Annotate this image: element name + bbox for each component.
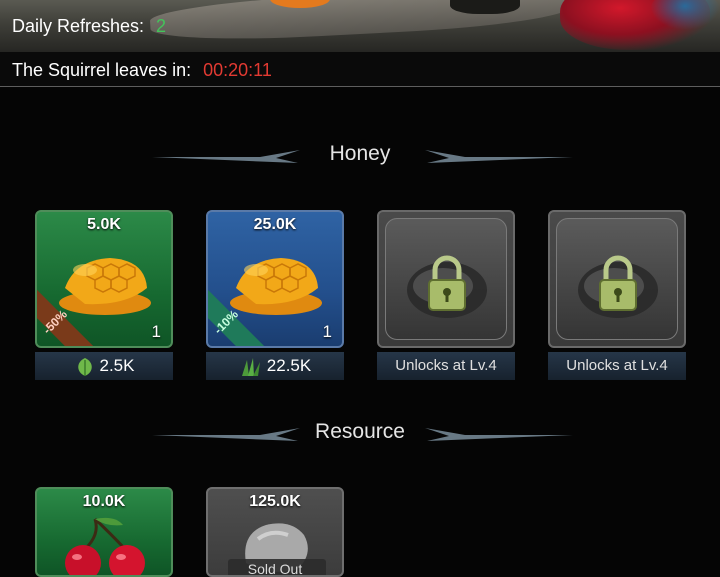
shadow-art <box>450 0 520 14</box>
grass-icon <box>241 357 260 376</box>
right-feather-ornament <box>425 150 573 163</box>
item-amount: 25.0K <box>253 216 297 233</box>
item-amount: 5.0K <box>87 216 121 233</box>
honeycomb-icon <box>230 258 322 315</box>
section-title-resource: Resource <box>315 420 405 443</box>
daily-refreshes-value: 2 <box>156 16 167 36</box>
shop-item-cherry-10k[interactable]: 10.0K <box>35 487 173 577</box>
squirrel-leaves-label: The Squirrel leaves in: <box>12 60 192 80</box>
squirrel-timer: 00:20:11 <box>203 60 272 80</box>
section-title-honey: Honey <box>329 142 391 165</box>
sold-out-label: Sold Out <box>247 561 303 577</box>
price-button-honey-5k[interactable]: 2.5K <box>35 352 173 380</box>
item-amount: 10.0K <box>82 493 126 510</box>
shop-item-honey-25k[interactable]: 25.0K -10% 1 <box>206 210 344 348</box>
price-value: 22.5K <box>266 356 312 375</box>
right-feather-ornament <box>425 428 573 441</box>
honeycomb-icon <box>59 258 151 315</box>
shop-item-honey-5k[interactable]: 5.0K -50% 1 <box>35 210 173 348</box>
daily-refreshes-row: Daily Refreshes: 2 <box>12 16 166 37</box>
section-header-honey: Honey <box>0 140 720 170</box>
daily-refreshes-label: Daily Refreshes: <box>12 16 145 36</box>
section-header-resource: Resource <box>0 418 720 448</box>
cherry-icon <box>65 517 145 575</box>
price-button-honey-25k[interactable]: 22.5K <box>206 352 344 380</box>
shop-item-locked-1 <box>377 210 515 348</box>
unlock-requirement-1: Unlocks at Lv.4 <box>377 352 515 380</box>
divider <box>0 86 720 87</box>
unlock-requirement-2: Unlocks at Lv.4 <box>548 352 686 380</box>
leaf-icon <box>77 357 92 376</box>
shop-item-locked-2 <box>548 210 686 348</box>
price-value: 2.5K <box>99 356 135 375</box>
squirrel-timer-row: The Squirrel leaves in: 00:20:11 <box>12 60 272 81</box>
item-count: 1 <box>151 322 161 341</box>
padlock-icon <box>578 255 658 318</box>
item-amount: 125.0K <box>249 493 301 510</box>
padlock-icon <box>407 255 487 318</box>
shop-item-stone-125k: 125.0K Sold Out <box>206 487 344 577</box>
item-count: 1 <box>322 322 332 341</box>
